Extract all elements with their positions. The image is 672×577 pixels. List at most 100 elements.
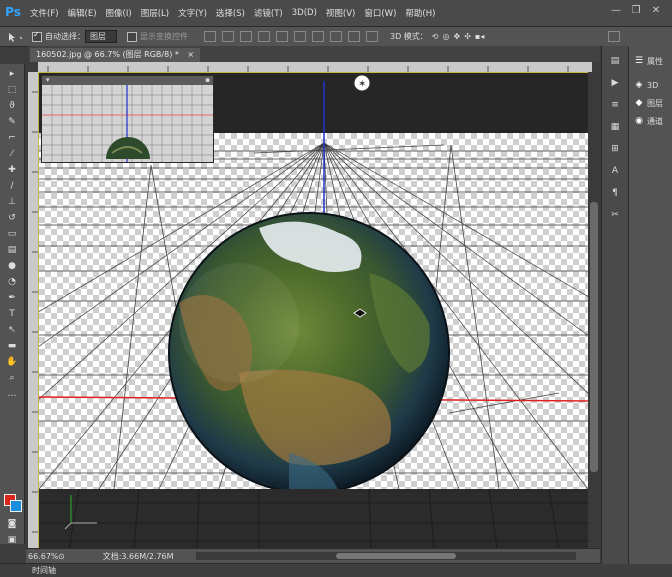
menu-3d[interactable]: 3D(D) — [292, 8, 317, 18]
vertical-ruler[interactable] — [28, 72, 38, 550]
align-right-icon[interactable] — [294, 31, 306, 42]
clone-stamp-tool-icon[interactable]: ⊥ — [5, 196, 19, 208]
document-tab[interactable]: 160502.jpg @ 66.7% (图层 RGB/8) * × — [30, 48, 201, 62]
crop-tool-icon[interactable]: ⌐ — [5, 132, 19, 144]
distribute-vcenter-icon[interactable] — [330, 31, 342, 42]
properties-label: 属性 — [647, 56, 663, 66]
close-button[interactable]: ✕ — [646, 4, 666, 18]
quick-mask-icon[interactable]: ◙ — [5, 518, 19, 530]
3d-scale-icon[interactable]: ▪◂ — [475, 32, 484, 41]
3d-panel-button[interactable]: ◈ 3D — [629, 76, 672, 94]
workspace-switcher[interactable] — [602, 31, 620, 42]
show-transform-checkbox[interactable] — [127, 31, 137, 42]
menu-type[interactable]: 文字(Y) — [178, 7, 207, 19]
lasso-tool-icon[interactable]: ϑ — [5, 100, 19, 112]
quick-select-tool-icon[interactable]: ✎ — [5, 116, 19, 128]
secondary-view-title: ▾ ▪ — [42, 76, 213, 85]
3d-roll-icon[interactable]: ◎ — [443, 32, 450, 41]
workspace-icon[interactable] — [608, 31, 620, 42]
character-icon[interactable]: A — [608, 166, 622, 178]
align-top-icon[interactable] — [204, 31, 216, 42]
horizontal-scrollbar-thumb[interactable] — [336, 553, 456, 559]
distribute-bottom-icon[interactable] — [348, 31, 360, 42]
dodge-tool-icon[interactable]: ◔ — [5, 276, 19, 288]
restore-button[interactable]: ❐ — [626, 4, 646, 18]
status-bar: 66.67% ⊙ 文档:3.66M/2.76M — [26, 548, 600, 563]
secondary-view-panel[interactable]: ▾ ▪ — [41, 75, 214, 163]
pen-tool-icon[interactable]: ✒ — [5, 292, 19, 304]
align-hcenter-icon[interactable] — [276, 31, 288, 42]
blur-tool-icon[interactable]: ● — [5, 260, 19, 272]
history-icon[interactable]: ▤ — [608, 56, 622, 68]
earth-globe[interactable] — [168, 212, 450, 494]
channels-panel-button[interactable]: ◉ 通道 — [629, 112, 672, 130]
zoom-level[interactable]: 66.67% — [28, 552, 59, 561]
brush-settings-icon[interactable]: ≡ — [608, 100, 622, 112]
auto-select-checkbox[interactable] — [32, 30, 42, 42]
document-tab-close[interactable]: × — [187, 50, 194, 59]
menu-view[interactable]: 视图(V) — [326, 7, 355, 19]
channels-label: 通道 — [647, 116, 663, 126]
auto-select-label: 自动选择： — [45, 32, 85, 41]
clone-source-icon[interactable]: ⊞ — [608, 144, 622, 156]
3d-pan-icon[interactable]: ✥ — [453, 32, 460, 41]
brush-presets-icon[interactable]: ▦ — [608, 122, 622, 134]
marquee-tool-icon[interactable]: ⬚ — [5, 84, 19, 96]
menu-edit[interactable]: 编辑(E) — [68, 7, 97, 19]
auto-select-option[interactable]: 自动选择： 图层 — [32, 30, 117, 43]
menu-filter[interactable]: 滤镜(T) — [254, 7, 283, 19]
move-tool-preset[interactable] — [6, 31, 26, 43]
layers-panel-button[interactable]: ◆ 图层 — [629, 94, 672, 112]
panel-close-icon[interactable]: ▪ — [205, 76, 210, 85]
vertical-scrollbar-thumb[interactable] — [590, 202, 598, 472]
background-color-swatch[interactable] — [10, 500, 22, 512]
3d-slide-icon[interactable]: ✣ — [464, 32, 471, 41]
horizontal-ruler[interactable] — [38, 62, 592, 72]
spot-healing-tool-icon[interactable]: ✚ — [5, 164, 19, 176]
tool-presets-icon[interactable]: ✂ — [608, 210, 622, 222]
align-bottom-icon[interactable] — [240, 31, 252, 42]
timeline-panel-tab[interactable]: 时间轴 — [0, 563, 672, 577]
paragraph-icon[interactable]: ¶ — [608, 188, 622, 200]
zoom-tool-icon[interactable]: ⌕ — [5, 372, 19, 384]
extra-tools-icon[interactable]: … — [5, 388, 19, 400]
distribute-left-icon[interactable] — [366, 31, 378, 42]
gradient-tool-icon[interactable]: ▤ — [5, 244, 19, 256]
menu-help[interactable]: 帮助(H) — [405, 7, 435, 19]
view-menu-icon[interactable]: ▾ — [46, 76, 50, 85]
document-canvas[interactable]: ✶ ▾ ▪ — [38, 72, 589, 550]
horizontal-scrollbar[interactable] — [196, 552, 576, 560]
properties-panel-button[interactable]: ☰ 属性 — [629, 52, 672, 70]
screen-mode-icon[interactable]: ▣ — [5, 534, 19, 546]
3d-icon: ◈ — [635, 80, 643, 90]
photoshop-logo: Ps — [5, 5, 21, 19]
show-transform-option[interactable]: 显示变换控件 — [127, 31, 188, 42]
align-vcenter-icon[interactable] — [222, 31, 234, 42]
menu-select[interactable]: 选择(S) — [216, 7, 245, 19]
type-tool-icon[interactable]: T — [5, 308, 19, 320]
move-tool-icon[interactable]: ▸ — [5, 68, 19, 80]
actions-icon[interactable]: ▶ — [608, 78, 622, 90]
align-left-icon[interactable] — [258, 31, 270, 42]
menu-image[interactable]: 图像(I) — [106, 7, 132, 19]
vertical-scrollbar[interactable] — [588, 72, 600, 550]
eraser-tool-icon[interactable]: ▭ — [5, 228, 19, 240]
minimize-button[interactable]: — — [606, 4, 626, 18]
status-menu-icon[interactable]: ⊙ — [58, 552, 65, 561]
menu-window[interactable]: 窗口(W) — [364, 7, 396, 19]
auto-select-dropdown[interactable]: 图层 — [85, 30, 117, 43]
3d-rotate-icon[interactable]: ⟲ — [432, 32, 439, 41]
menu-file[interactable]: 文件(F) — [30, 7, 59, 19]
horizontal-ruler-ticks — [47, 66, 569, 72]
distribute-top-icon[interactable] — [312, 31, 324, 42]
eyedropper-tool-icon[interactable]: ⁄ — [5, 148, 19, 160]
timeline-label: 时间轴 — [32, 566, 56, 575]
document-tab-label: 160502.jpg @ 66.7% (图层 RGB/8) * — [36, 50, 179, 59]
menu-layer[interactable]: 图层(L) — [141, 7, 169, 19]
brush-tool-icon[interactable]: ∕ — [5, 180, 19, 192]
hand-tool-icon[interactable]: ✋ — [5, 356, 19, 368]
rectangle-tool-icon[interactable]: ▬ — [5, 340, 19, 352]
history-brush-tool-icon[interactable]: ↺ — [5, 212, 19, 224]
tools-panel: ▸ ⬚ ϑ ✎ ⌐ ⁄ ✚ ∕ ⊥ ↺ ▭ ▤ ● ◔ ✒ T ↖ ▬ ✋ ⌕ … — [0, 64, 25, 546]
path-select-tool-icon[interactable]: ↖ — [5, 324, 19, 336]
